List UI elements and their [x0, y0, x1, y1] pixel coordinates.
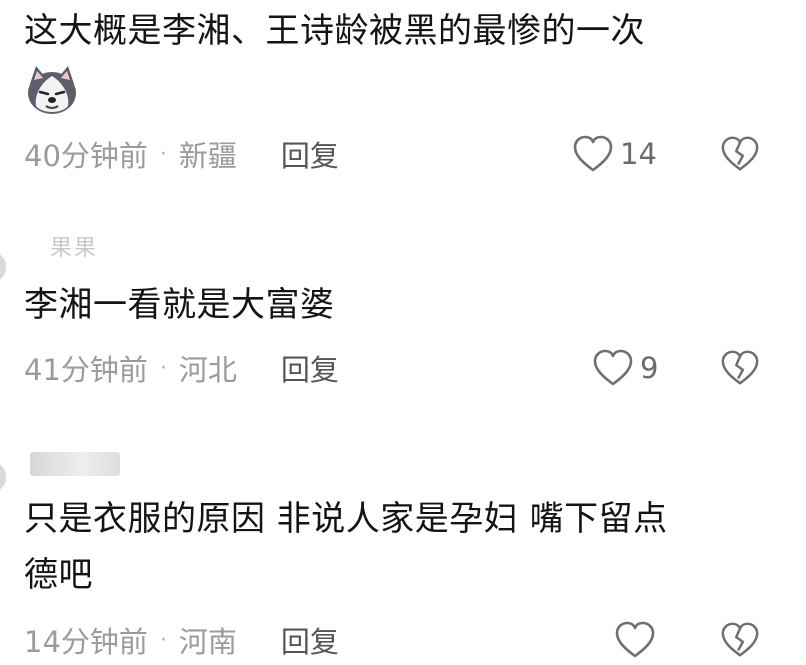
comment-location: 河南 [178, 625, 237, 659]
reply-button[interactable]: 回复 [281, 347, 339, 389]
avatar[interactable] [0, 252, 6, 282]
comment-time: 41分钟前 [24, 353, 148, 387]
meta-separator: · [159, 627, 167, 653]
meta-separator: · [159, 355, 167, 381]
reply-button[interactable]: 回复 [281, 619, 339, 661]
comment-location: 新疆 [178, 139, 237, 173]
like-button[interactable]: 9 [592, 348, 658, 388]
like-count: 9 [640, 351, 659, 385]
broken-heart-icon[interactable] [720, 134, 760, 174]
comment-location: 河北 [178, 353, 237, 387]
like-button[interactable] [614, 620, 656, 660]
like-button[interactable]: 14 [572, 134, 657, 174]
comment-time: 40分钟前 [24, 139, 148, 173]
comment-meta: 41分钟前 · 河北 回复 [24, 348, 339, 388]
comment-meta: 14分钟前 · 河南 回复 [24, 620, 339, 660]
heart-outline-icon [615, 621, 655, 658]
broken-heart-icon[interactable] [720, 348, 760, 388]
comment-text-line-1: 只是衣服的原因 非说人家是孕妇 嘴下留点 [24, 499, 668, 539]
username-redacted [30, 452, 120, 476]
like-count: 14 [620, 137, 657, 171]
heart-outline-icon [573, 135, 613, 172]
broken-heart-icon[interactable] [720, 620, 760, 660]
comment-text: 李湘一看就是大富婆 [24, 285, 335, 325]
comment-username[interactable]: 果果 [50, 230, 98, 262]
husky-dog-sticker [28, 66, 76, 114]
comment-time: 14分钟前 [24, 625, 148, 659]
comment-text: 这大概是李湘、王诗龄被黑的最惨的一次 [24, 11, 645, 51]
meta-separator: · [159, 141, 167, 167]
comment-text-line-2: 德吧 [24, 555, 93, 595]
avatar[interactable] [0, 462, 6, 492]
reply-button[interactable]: 回复 [281, 133, 339, 175]
comment-meta: 40分钟前 · 新疆 回复 [24, 134, 339, 174]
heart-outline-icon [593, 349, 633, 386]
